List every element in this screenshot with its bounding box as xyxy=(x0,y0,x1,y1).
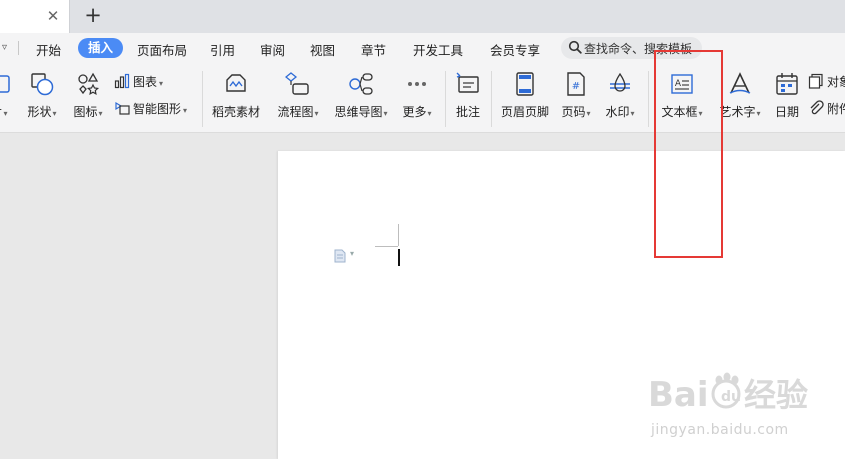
watermark-label: 水印 xyxy=(605,105,630,119)
comment-label: 批注 xyxy=(455,105,480,119)
menu-tab-review[interactable]: 审阅 xyxy=(260,40,285,59)
menu-tab-view[interactable]: 视图 xyxy=(310,40,335,59)
svg-text:Bai: Bai xyxy=(648,375,709,415)
stock-materials-icon xyxy=(226,74,246,92)
text-cursor xyxy=(398,249,400,266)
mindmap-icon xyxy=(349,73,373,95)
document-tab[interactable]: ✕ xyxy=(0,0,70,33)
new-tab-icon[interactable]: + xyxy=(82,5,104,27)
shapes-icon xyxy=(31,73,54,96)
page-number-label: 页码 xyxy=(561,105,586,119)
flowchart-button[interactable]: 流程图▾ xyxy=(274,71,322,120)
search-icon xyxy=(568,40,582,54)
chart-label: 图表 xyxy=(133,75,158,89)
wordart-button[interactable]: 艺术字▾ xyxy=(716,71,764,120)
page-number-button[interactable]: # 页码▾ xyxy=(558,71,594,120)
header-footer-icon xyxy=(516,72,534,96)
close-tab-icon[interactable]: ✕ xyxy=(44,7,62,25)
watermark-icon xyxy=(610,72,630,92)
calendar-icon xyxy=(776,73,798,95)
paragraph-layout-caret-icon[interactable]: ▾ xyxy=(350,249,354,258)
flowchart-label: 流程图 xyxy=(277,105,314,119)
menu-tab-member[interactable]: 会员专享 xyxy=(490,40,540,59)
icons-button[interactable]: 图标▾ xyxy=(70,71,106,120)
menu-tab-page-layout[interactable]: 页面布局 xyxy=(137,40,187,59)
mindmap-label: 思维导图 xyxy=(334,105,383,119)
icons-label: 图标 xyxy=(73,105,98,119)
picture-button[interactable]: 片▾ xyxy=(0,71,12,120)
picture-label: 片 xyxy=(0,105,3,119)
more-icon xyxy=(408,82,426,86)
ribbon-divider xyxy=(648,71,649,127)
textbox-highlight-annotation xyxy=(654,50,723,258)
comment-button[interactable]: 批注 xyxy=(453,71,483,120)
svg-text:经验: 经验 xyxy=(744,376,808,414)
paragraph-layout-icon[interactable] xyxy=(333,249,347,263)
header-footer-button[interactable]: 页眉页脚 xyxy=(499,71,551,120)
menu-divider xyxy=(18,41,19,55)
date-label: 日期 xyxy=(774,105,799,119)
ribbon-divider xyxy=(445,71,446,127)
shapes-button[interactable]: 形状▾ xyxy=(23,71,61,120)
ribbon-divider xyxy=(491,71,492,127)
chart-icon xyxy=(114,73,130,89)
smart-art-icon xyxy=(115,101,130,115)
page-number-icon: # xyxy=(567,72,585,96)
menu-tab-developer[interactable]: 开发工具 xyxy=(413,40,463,59)
menu-tab-insert[interactable]: 插入 xyxy=(78,38,124,58)
header-footer-label: 页眉页脚 xyxy=(500,105,549,119)
attachment-label: 附件 xyxy=(827,102,845,116)
tab-bar: ✕ + xyxy=(0,0,845,33)
margin-corner-mark xyxy=(398,224,399,246)
mindmap-button[interactable]: 思维导图▾ xyxy=(332,71,390,120)
wordart-label: 艺术字 xyxy=(719,105,756,119)
menu-tab-references[interactable]: 引用 xyxy=(210,40,235,59)
wordart-icon xyxy=(729,72,751,94)
stock-materials-button[interactable]: 稻壳素材 xyxy=(210,71,262,120)
more-label: 更多 xyxy=(402,105,427,119)
paperclip-icon xyxy=(810,100,824,115)
baidu-watermark-graphic: Bai du 经验 xyxy=(648,372,808,415)
menu-tab-section[interactable]: 章节 xyxy=(361,40,386,59)
shapes-label: 形状 xyxy=(27,105,52,119)
object-button[interactable]: 对象 xyxy=(808,73,845,90)
object-icon xyxy=(808,73,823,89)
svg-text:du: du xyxy=(721,389,741,405)
comment-icon xyxy=(456,72,479,93)
ribbon-divider xyxy=(202,71,203,127)
attachment-button[interactable]: 附件 xyxy=(808,100,845,117)
date-button[interactable]: 日期 xyxy=(772,71,802,120)
collapse-caret-icon[interactable]: ▿ xyxy=(2,42,7,53)
icon-library-icon xyxy=(78,72,100,95)
smart-art-label: 智能图形 xyxy=(133,102,182,116)
baidu-jingyan-logo: Bai du 经验 jingyan.baidu.com xyxy=(648,366,838,446)
object-label: 对象 xyxy=(827,75,845,89)
svg-text:#: # xyxy=(572,81,580,92)
menu-tab-home[interactable]: 开始 xyxy=(36,40,61,59)
flowchart-icon xyxy=(285,72,309,95)
baidu-jingyan-url: jingyan.baidu.com xyxy=(651,422,789,438)
stock-materials-label: 稻壳素材 xyxy=(211,105,260,119)
watermark-button[interactable]: 水印▾ xyxy=(602,71,638,120)
more-button[interactable]: 更多▾ xyxy=(399,71,435,120)
picture-icon xyxy=(0,75,10,93)
smart-art-button[interactable]: 智能图形 ▾ xyxy=(114,100,187,117)
margin-corner-mark xyxy=(375,246,398,247)
chart-button[interactable]: 图表 ▾ xyxy=(114,73,163,90)
